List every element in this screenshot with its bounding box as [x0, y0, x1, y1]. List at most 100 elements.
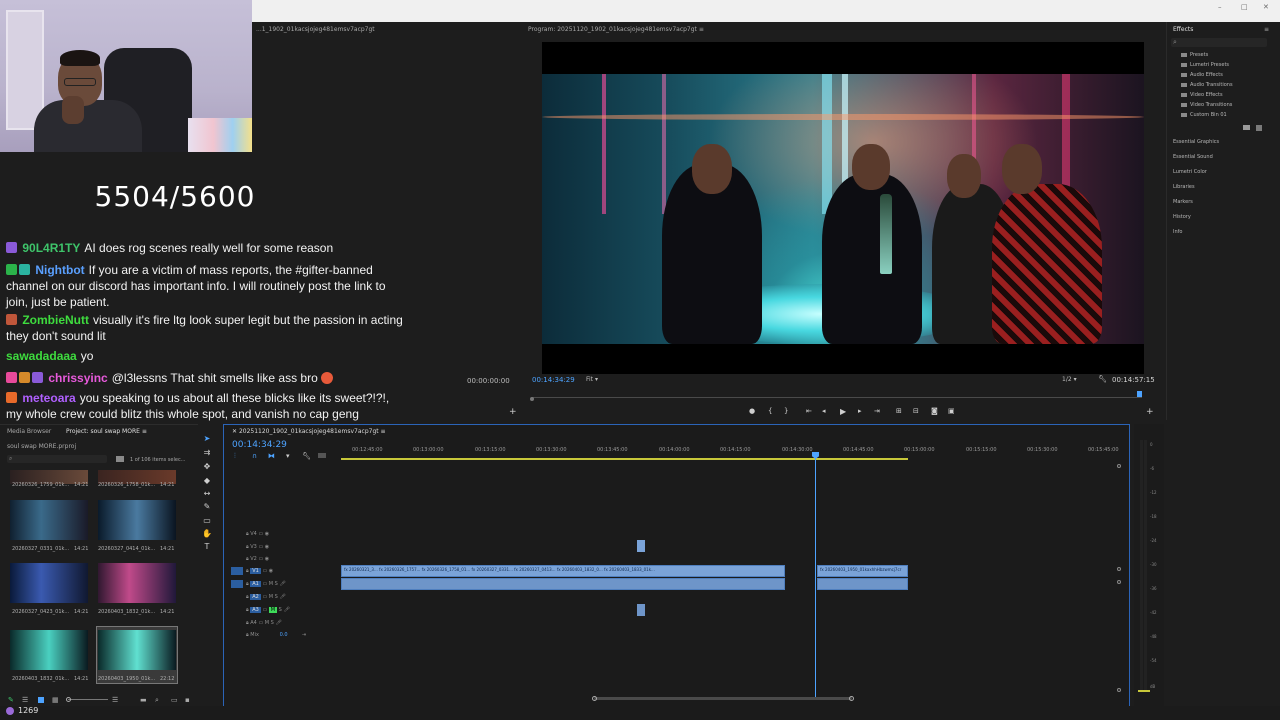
timeline-scrollbar[interactable] [594, 697, 852, 700]
rectangle-tool-icon[interactable]: ▭ [202, 517, 212, 525]
panel-tab[interactable]: Essential Graphics [1173, 139, 1219, 145]
clip-a1[interactable] [817, 578, 908, 590]
program-playhead[interactable] [1137, 391, 1142, 397]
comparison-view-icon[interactable]: ▣ [948, 407, 955, 415]
track-header-a4[interactable]: 🔒︎ A4 ▭ M S 🎤︎ [246, 620, 282, 626]
slip-tool-icon[interactable]: ↔ [202, 490, 212, 498]
tab-project[interactable]: Project: soul swap MORE ≡ [66, 428, 147, 435]
clip-thumbnail[interactable] [98, 563, 176, 603]
wrench-icon[interactable]: 🔧︎ [302, 452, 311, 460]
maximize-button[interactable]: □ [1241, 3, 1248, 11]
track-header-mix[interactable]: 🔒︎ Mix 0.0 ⇥ [246, 632, 306, 638]
panel-tab[interactable]: Markers [1173, 199, 1193, 205]
panel-tab[interactable]: Libraries [1173, 184, 1195, 190]
new-bin-icon[interactable]: ▬ [140, 696, 147, 704]
track-header-a2[interactable]: 🔒︎ A2 ▭ M S 🎤︎ [246, 594, 286, 600]
add-button[interactable]: + [509, 407, 517, 417]
go-to-in-icon[interactable]: ⇤ [806, 407, 812, 415]
panel-tab[interactable]: Lumetri Color [1173, 169, 1207, 175]
resolution-select[interactable]: 1/2 ▾ [1062, 376, 1077, 383]
step-back-icon[interactable]: ◂ [822, 407, 826, 415]
program-scrubber[interactable] [532, 397, 1142, 398]
effects-search-input[interactable] [1171, 38, 1267, 47]
extract-icon[interactable]: ⊟ [913, 407, 919, 415]
work-area-bar[interactable] [341, 458, 908, 460]
export-frame-icon[interactable]: ◙ [931, 407, 938, 415]
add-marker-icon[interactable]: ⧓ [268, 452, 275, 460]
icon-view-icon[interactable] [38, 697, 44, 703]
scroll-handle[interactable] [1117, 688, 1121, 692]
scrollbar-handle-right[interactable] [849, 696, 854, 701]
hand-tool-icon[interactable]: ✋ [202, 530, 212, 538]
clip-thumbnail[interactable] [10, 563, 88, 603]
folder-icon[interactable]: ▭ [171, 696, 178, 704]
source-patch-v1[interactable] [231, 567, 243, 575]
track-header-v1[interactable]: 🔒︎ V1 ▭ ◉ [246, 568, 273, 574]
effects-item[interactable]: Presets [1190, 52, 1208, 58]
panel-tab[interactable]: Essential Sound [1173, 154, 1213, 160]
mark-in-icon[interactable]: { [768, 407, 772, 415]
panel-menu-icon[interactable]: ≡ [699, 26, 704, 33]
clip-thumbnail[interactable] [98, 630, 176, 670]
close-button[interactable]: ✕ [1263, 3, 1269, 11]
zoom-slider-handle[interactable] [66, 697, 71, 702]
wrench-icon[interactable]: 🔧︎ [1098, 375, 1107, 383]
captions-icon[interactable] [318, 453, 326, 458]
panel-menu-icon[interactable]: ≡ [381, 428, 386, 435]
pen-tool-icon[interactable]: ✎ [202, 503, 212, 511]
zoom-slider[interactable] [68, 699, 108, 700]
search-icon[interactable]: ⌕ [155, 696, 159, 705]
list-view-icon[interactable]: ☰ [22, 696, 28, 704]
panel-menu-icon[interactable]: ≡ [142, 428, 147, 435]
clip-thumbnail[interactable] [98, 500, 176, 540]
effects-panel-title[interactable]: Effects [1173, 26, 1193, 33]
play-icon[interactable]: ▶ [840, 407, 846, 416]
mark-out-icon[interactable]: } [784, 407, 788, 415]
effects-item[interactable]: Custom Bin 01 [1190, 112, 1227, 118]
effects-item[interactable]: Audio Transitions [1190, 82, 1233, 88]
project-search-input[interactable] [7, 455, 107, 463]
freeform-view-icon[interactable]: ▦ [52, 696, 59, 704]
type-tool-icon[interactable]: T [202, 543, 212, 551]
bin-icon[interactable] [116, 456, 124, 462]
panel-tab[interactable]: Info [1173, 229, 1182, 235]
panel-menu-icon[interactable]: ≡ [1264, 26, 1269, 33]
clip-v3[interactable] [637, 540, 645, 552]
timeline-timecode[interactable]: 00:14:34:29 [232, 440, 287, 450]
ripple-edit-tool-icon[interactable]: ✥ [202, 463, 212, 471]
source-monitor-title[interactable]: ...1_1902_01kacsjojeg481emsv7acp7gt [256, 26, 375, 33]
scroll-handle[interactable] [1117, 567, 1121, 571]
tab-media-browser[interactable]: Media Browser [7, 428, 51, 435]
track-header-v4[interactable]: 🔒︎ V4 ▭ ◉ [246, 531, 269, 537]
track-header-a3[interactable]: 🔒︎ A3 ▭ M S 🎤︎ [246, 607, 290, 613]
razor-tool-icon[interactable]: ◆ [202, 477, 212, 485]
zoom-select[interactable]: Fit ▾ [586, 376, 598, 383]
track-header-v3[interactable]: 🔒︎ V3 ▭ ◉ [246, 544, 269, 550]
delete-icon[interactable] [1256, 125, 1262, 131]
scroll-handle[interactable] [1117, 580, 1121, 584]
selection-tool-icon[interactable]: ➤ [202, 435, 212, 443]
effects-item[interactable]: Video Effects [1190, 92, 1223, 98]
track-header-v2[interactable]: 🔒︎ V2 ▭ ◉ [246, 556, 269, 562]
new-bin-icon[interactable] [1243, 125, 1250, 130]
track-select-tool-icon[interactable]: ⇉ [202, 449, 212, 457]
effects-item[interactable]: Video Transitions [1190, 102, 1232, 108]
effects-item[interactable]: Audio Effects [1190, 72, 1223, 78]
marker-icon[interactable]: ▾ [286, 452, 290, 460]
add-marker-icon[interactable]: ● [749, 407, 755, 415]
track-header-a1[interactable]: 🔒︎ A1 ▭ M S 🎤︎ [246, 581, 286, 587]
minimize-button[interactable]: – [1218, 3, 1222, 11]
source-patch-a1[interactable] [231, 580, 243, 588]
lift-icon[interactable]: ⊞ [896, 407, 902, 415]
add-button[interactable]: + [1146, 407, 1154, 417]
timeline-playhead-line[interactable] [815, 454, 816, 698]
snap-icon[interactable]: ⫶ [234, 452, 236, 461]
scrubber-start-handle[interactable] [530, 397, 534, 401]
program-timecode[interactable]: 00:14:34:29 [532, 376, 575, 384]
clip-a3[interactable] [637, 604, 645, 616]
program-monitor-title[interactable]: Program: 20251120_1902_01kacsjojeg481ems… [528, 26, 704, 33]
source-timecode[interactable]: 00:00:00:00 [467, 377, 510, 385]
linked-selection-icon[interactable]: ∩ [252, 452, 257, 460]
step-forward-icon[interactable]: ▸ [858, 407, 862, 415]
pencil-icon[interactable]: ✎ [8, 696, 14, 704]
